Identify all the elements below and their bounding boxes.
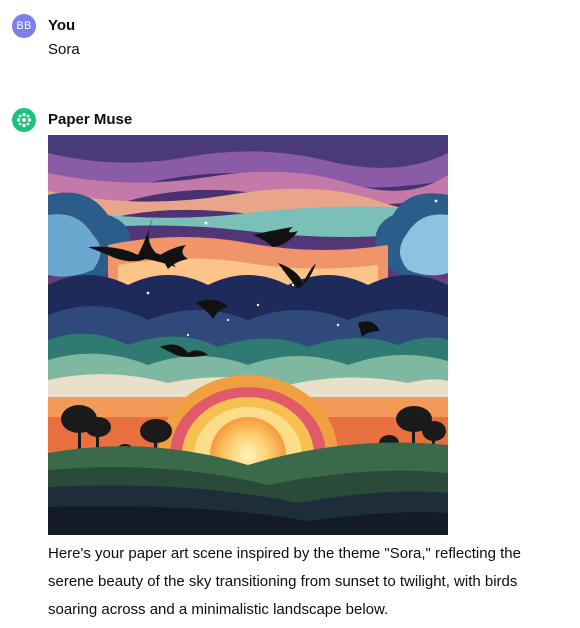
user-message-text: Sora: [48, 41, 80, 58]
user-message: BB You Sora: [12, 14, 568, 64]
generated-image[interactable]: [48, 135, 448, 535]
assistant-message: Paper Muse Here's your paper art scene i…: [12, 108, 568, 628]
assistant-avatar: [12, 108, 36, 132]
paper-muse-logo-icon: [16, 112, 32, 128]
user-avatar: BB: [12, 14, 36, 38]
user-name: You: [48, 17, 76, 34]
assistant-message-text: Here's your paper art scene inspired by …: [48, 545, 521, 618]
assistant-name: Paper Muse: [48, 111, 133, 128]
